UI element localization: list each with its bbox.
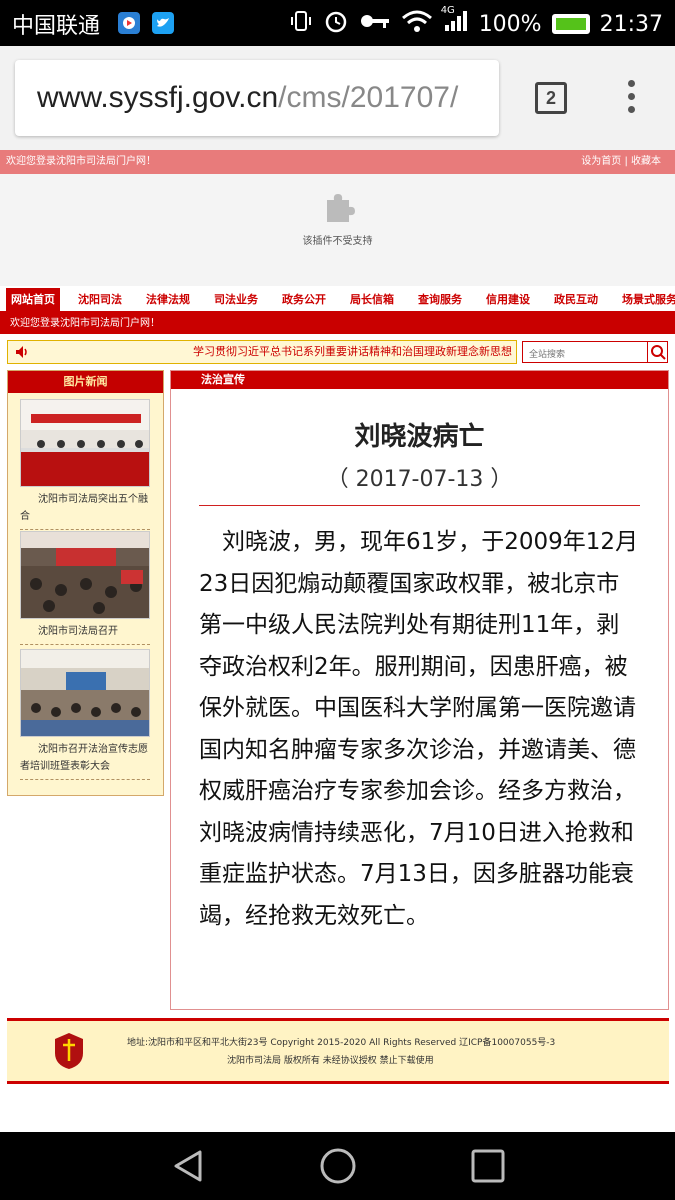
browser-toolbar: www.syssfj.gov.cn/cms/201707/ 2 xyxy=(0,46,675,150)
key-icon xyxy=(359,11,391,37)
wifi-icon xyxy=(401,9,433,39)
footer-copyright: 沈阳市司法局 版权所有 未经协议授权 禁止下载使用 xyxy=(227,1056,434,1066)
nav-item-credit[interactable]: 信用建设 xyxy=(486,288,530,311)
photo-news-item[interactable]: 沈阳市司法局召开 xyxy=(20,531,150,645)
status-bar: 中国联通 4G 100% 21:37 xyxy=(0,0,675,46)
signal-icon: 4G xyxy=(441,5,469,39)
article-date: （ 2017-07-13 ） xyxy=(326,467,513,492)
nav-item-director-mailbox[interactable]: 局长信箱 xyxy=(350,288,394,311)
recent-apps-icon[interactable] xyxy=(470,1148,506,1188)
battery-icon xyxy=(551,14,590,34)
alarm-icon xyxy=(323,8,349,40)
nav-item-laws[interactable]: 法律法规 xyxy=(146,288,190,311)
video-app-icon xyxy=(118,12,140,34)
carrier-name: 中国联通 xyxy=(12,14,101,39)
vibrate-icon xyxy=(289,9,313,39)
photo-news-caption[interactable]: 沈阳市司法局突出五个融合 xyxy=(20,491,150,530)
nav-item-judicial-business[interactable]: 司法业务 xyxy=(214,288,258,311)
notice-marquee[interactable]: 学习贯彻习近平总书记系列重要讲话精神和治国理政新理念新思想 xyxy=(7,340,517,364)
news-photo[interactable] xyxy=(20,531,150,619)
justice-logo-icon xyxy=(53,1031,85,1071)
nav-item-interaction[interactable]: 政民互动 xyxy=(554,288,598,311)
network-type: 4G xyxy=(440,5,455,16)
title-divider xyxy=(199,505,640,506)
top-welcome-text: 欢迎您登录沈阳市司法局门户网！ xyxy=(6,156,156,167)
news-photo[interactable] xyxy=(20,649,150,737)
nav-item-scenario-service[interactable]: 场景式服务 xyxy=(622,288,675,311)
home-icon[interactable] xyxy=(318,1146,358,1190)
main-nav: 网站首页 沈阳司法 法律法规 司法业务 政务公开 局长信箱 查询服务 信用建设 … xyxy=(0,288,675,314)
nav-item-government-affairs[interactable]: 政务公开 xyxy=(282,288,326,311)
url-host: www.syssfj.gov.cn xyxy=(37,81,279,114)
photo-news-item[interactable]: 沈阳市召开法治宣传志愿者培训班暨表彰大会 xyxy=(20,649,150,780)
site-footer: 地址:沈阳市和平区和平北大街23号 Copyright 2015-2020 Al… xyxy=(7,1018,669,1084)
photo-news-caption[interactable]: 沈阳市召开法治宣传志愿者培训班暨表彰大会 xyxy=(20,741,150,780)
search-input[interactable] xyxy=(523,344,645,364)
battery-percent: 100% xyxy=(478,11,542,37)
top-links[interactable]: 设为首页 | 收藏本 xyxy=(581,150,661,174)
nav-item-query-service[interactable]: 查询服务 xyxy=(418,288,462,311)
photo-news-title: 图片新闻 xyxy=(8,371,163,393)
search-icon[interactable] xyxy=(647,342,667,362)
top-strip: 欢迎您登录沈阳市司法局门户网！ 设为首页 | 收藏本 xyxy=(0,150,675,174)
back-icon[interactable] xyxy=(168,1146,208,1190)
plugin-message: 该插件不受支持 xyxy=(302,236,373,247)
site-search xyxy=(522,341,668,364)
article-panel: 法治宣传 刘晓波病亡 （ 2017-07-13 ） 刘晓波，男，现年61岁，于2… xyxy=(170,370,669,1010)
nav-item-home[interactable]: 网站首页 xyxy=(6,288,60,311)
twitter-icon xyxy=(152,12,174,34)
photo-news-panel: 图片新闻 沈阳市司法局突出五个融合 沈阳市司法局召开 沈阳市召开法治宣传志愿者培… xyxy=(7,370,164,796)
notice-text: 学习贯彻习近平总书记系列重要讲话精神和治国理政新理念新思想 xyxy=(193,345,512,358)
footer-address: 地址:沈阳市和平区和平北大街23号 Copyright 2015-2020 Al… xyxy=(127,1038,556,1048)
nav-item-shenyang-justice[interactable]: 沈阳司法 xyxy=(78,288,122,311)
speaker-icon xyxy=(14,341,28,363)
puzzle-icon xyxy=(0,174,675,228)
photo-news-item[interactable]: 沈阳市司法局突出五个融合 xyxy=(20,399,150,530)
overflow-menu-icon[interactable] xyxy=(624,80,638,120)
web-page: 欢迎您登录沈阳市司法局门户网！ 设为首页 | 收藏本 该插件不受支持 网站首页 … xyxy=(0,150,675,1132)
clock: 21:37 xyxy=(599,11,663,37)
photo-news-caption[interactable]: 沈阳市司法局召开 xyxy=(20,623,150,645)
unsupported-plugin: 该插件不受支持 xyxy=(0,174,675,286)
system-nav-bar xyxy=(0,1132,675,1200)
tab-switcher-button[interactable]: 2 xyxy=(535,82,567,114)
article-title: 刘晓波病亡 xyxy=(354,422,485,452)
news-photo[interactable] xyxy=(20,399,150,487)
section-title: 法治宣传 xyxy=(171,371,668,389)
article-body: 刘晓波，男，现年61岁，于2009年12月23日因犯煽动颠覆国家政权罪，被北京市… xyxy=(199,529,639,929)
url-path: /cms/201707/ xyxy=(278,81,459,114)
welcome-bar: 欢迎您登录沈阳市司法局门户网！ xyxy=(0,314,675,334)
url-bar[interactable]: www.syssfj.gov.cn/cms/201707/ xyxy=(15,60,499,136)
